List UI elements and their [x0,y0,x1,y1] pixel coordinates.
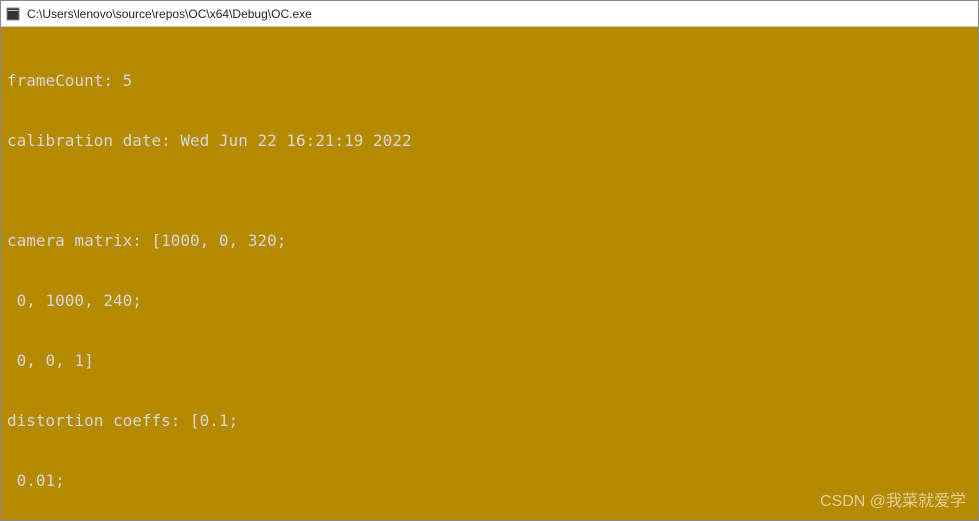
app-window: C:\Users\lenovo\source\repos\OC\x64\Debu… [0,0,979,521]
app-icon [5,6,21,22]
watermark: CSDN @我菜就爱学 [820,492,966,512]
title-bar[interactable]: C:\Users\lenovo\source\repos\OC\x64\Debu… [1,1,978,27]
console-line: 0, 0, 1] [7,351,972,371]
console-output[interactable]: frameCount: 5 calibration date: Wed Jun … [1,27,978,520]
console-line: 0, 1000, 240; [7,291,972,311]
console-line: calibration date: Wed Jun 22 16:21:19 20… [7,131,972,151]
console-line: 0.01; [7,471,972,491]
window-title: C:\Users\lenovo\source\repos\OC\x64\Debu… [27,7,974,21]
console-line: frameCount: 5 [7,71,972,91]
console-line: camera matrix: [1000, 0, 320; [7,231,972,251]
console-line: distortion coeffs: [0.1; [7,411,972,431]
